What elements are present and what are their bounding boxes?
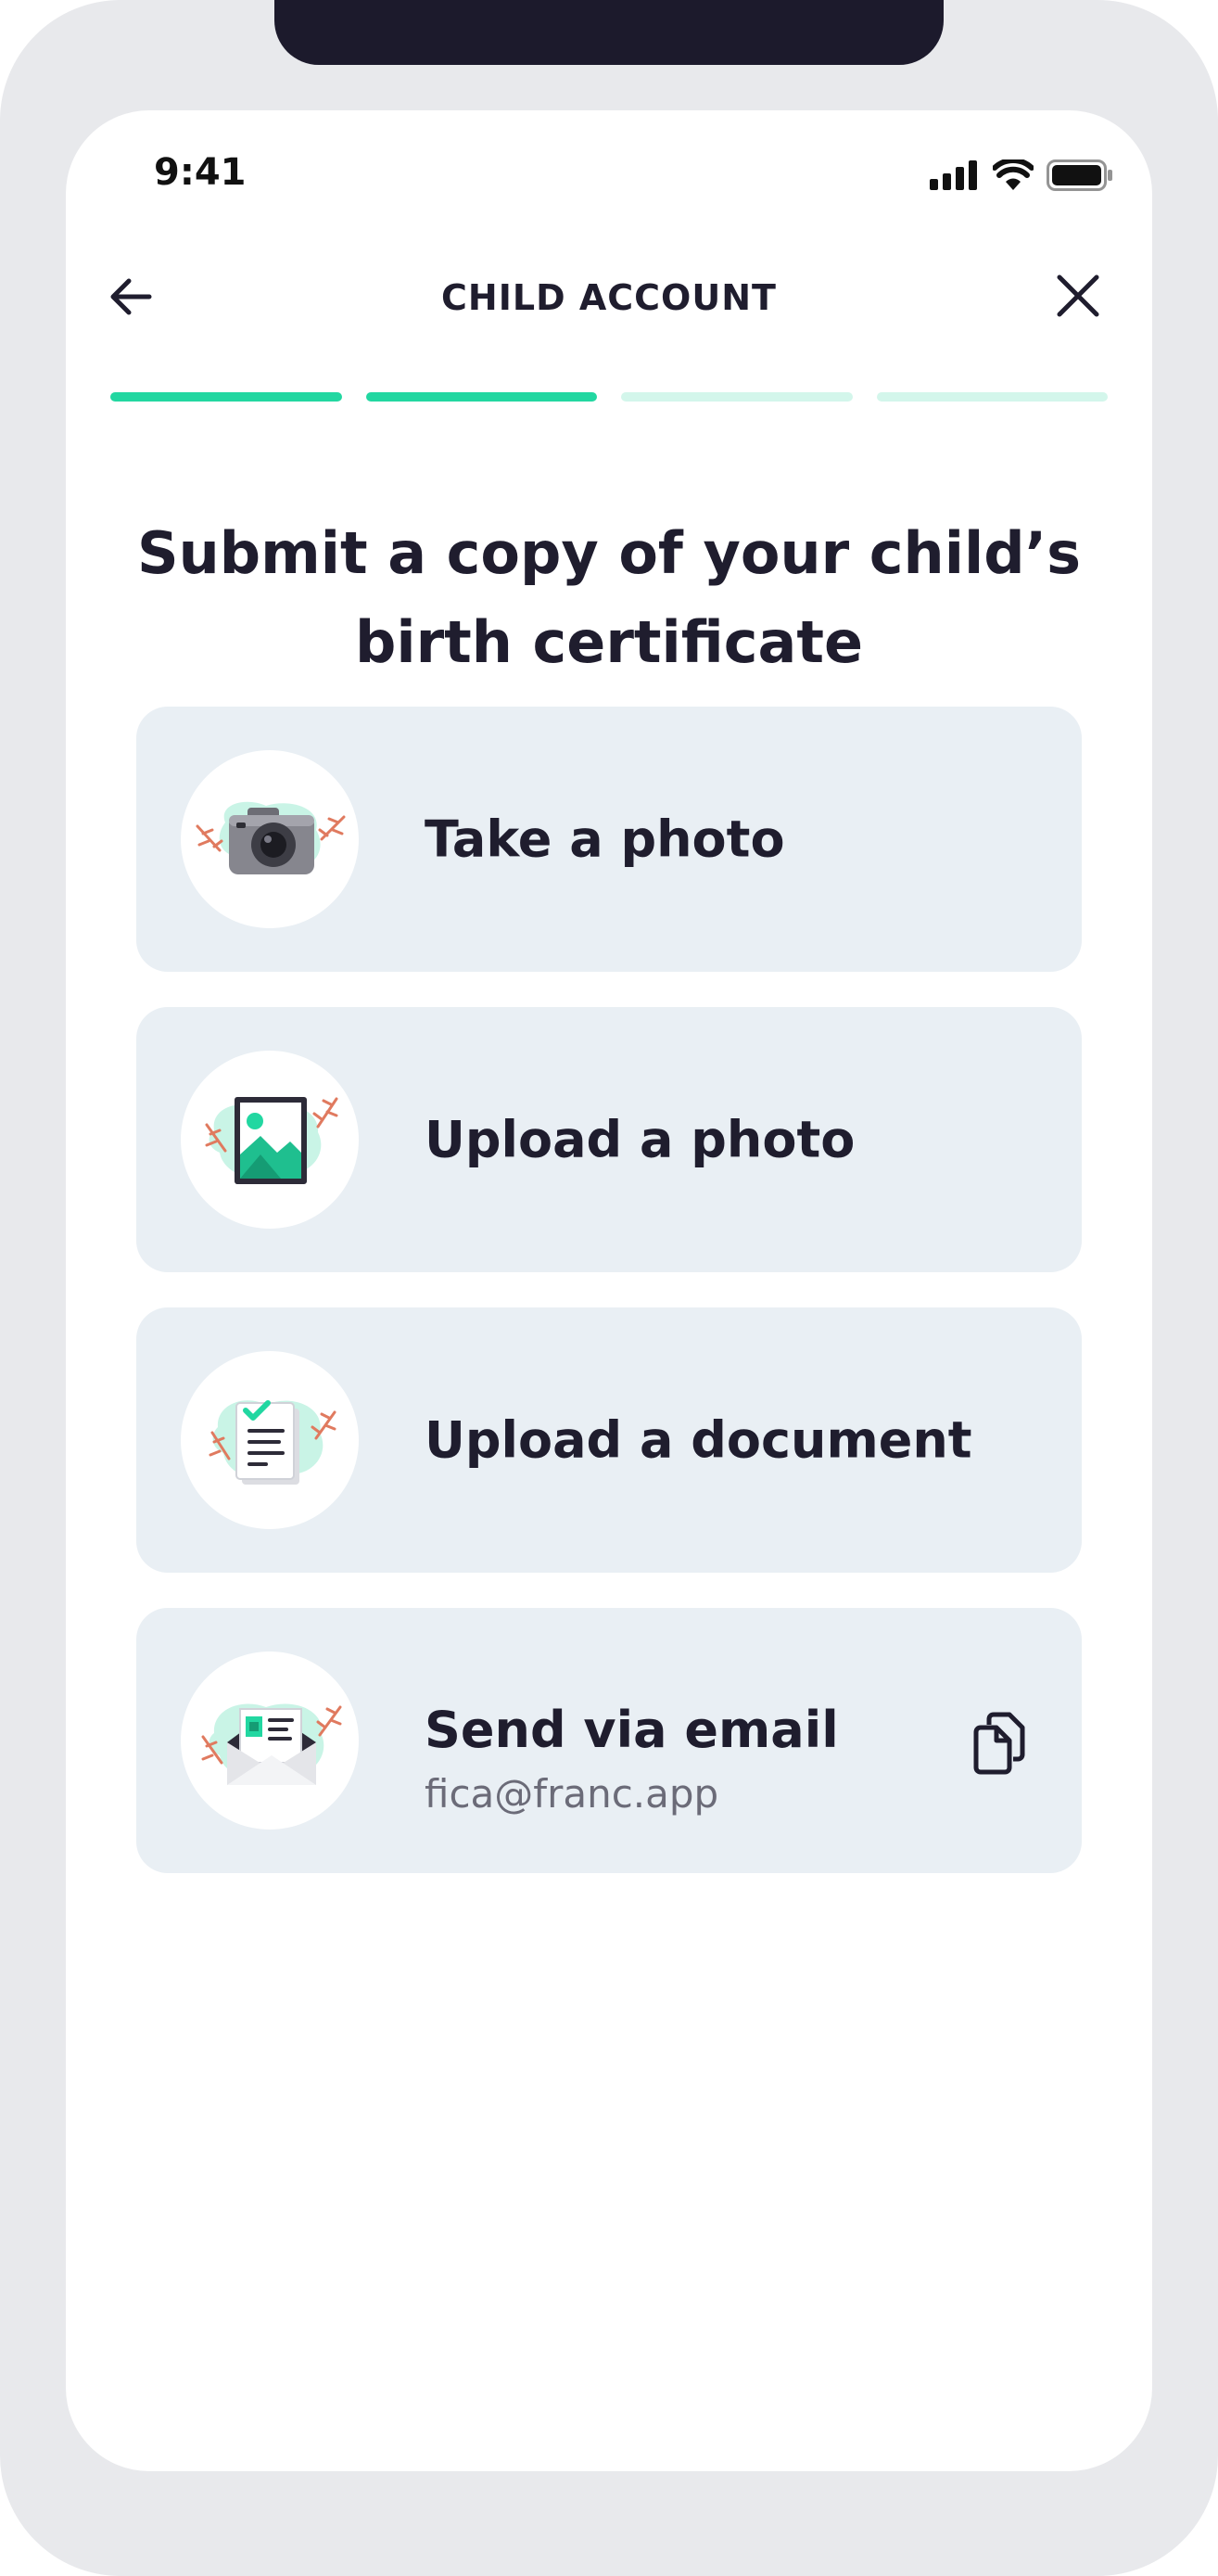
option-icon-container bbox=[181, 750, 359, 928]
progress-step-1 bbox=[110, 392, 342, 402]
option-icon-container bbox=[181, 1051, 359, 1229]
option-label: Send via email bbox=[425, 1701, 839, 1759]
copy-email-button[interactable] bbox=[961, 1704, 1035, 1779]
wifi-icon bbox=[993, 159, 1034, 190]
upload-options: Take a photo Upload a photo Upload a doc… bbox=[136, 707, 1082, 1908]
step-progress bbox=[110, 392, 1108, 402]
option-label: Upload a photo bbox=[425, 1110, 856, 1169]
close-icon bbox=[1057, 274, 1099, 317]
page-title: CHILD ACCOUNT bbox=[441, 277, 777, 318]
take-photo-option[interactable]: Take a photo bbox=[136, 707, 1082, 972]
option-label: Take a photo bbox=[425, 810, 785, 869]
device-frame: 9:41 CHILD ACCOUNT Submit a copy of your… bbox=[0, 0, 1218, 2576]
option-icon-container bbox=[181, 1351, 359, 1529]
close-button[interactable] bbox=[1050, 268, 1106, 324]
upload-photo-option[interactable]: Upload a photo bbox=[136, 1007, 1082, 1272]
device-notch bbox=[274, 0, 944, 65]
document-icon bbox=[209, 1400, 336, 1485]
envelope-icon bbox=[201, 1703, 342, 1785]
page-heading: Submit a copy of your child’s birth cert… bbox=[136, 519, 1082, 676]
copy-icon bbox=[973, 1712, 1025, 1775]
camera-icon bbox=[196, 801, 346, 874]
progress-step-2 bbox=[365, 392, 597, 402]
progress-step-4 bbox=[876, 392, 1108, 402]
battery-icon bbox=[1047, 159, 1112, 191]
cellular-signal-icon bbox=[930, 160, 977, 190]
screen: 9:41 CHILD ACCOUNT Submit a copy of your… bbox=[66, 110, 1152, 2471]
progress-step-3 bbox=[621, 392, 853, 402]
image-icon bbox=[205, 1097, 338, 1184]
option-icon-container bbox=[181, 1651, 359, 1830]
status-icons bbox=[930, 159, 1113, 192]
status-time: 9:41 bbox=[154, 151, 247, 194]
email-address: fica@franc.app bbox=[425, 1771, 719, 1817]
send-email-option[interactable]: Send via email fica@franc.app bbox=[136, 1608, 1082, 1873]
option-label: Upload a document bbox=[425, 1410, 972, 1470]
upload-document-option[interactable]: Upload a document bbox=[136, 1307, 1082, 1573]
